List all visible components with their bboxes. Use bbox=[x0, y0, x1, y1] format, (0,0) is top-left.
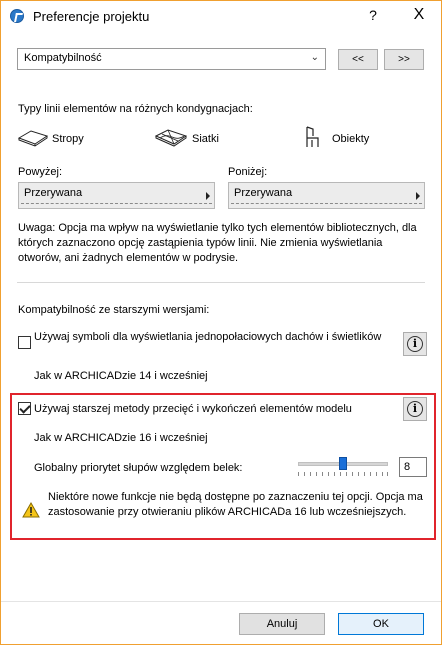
page-select-value: Kompatybilność bbox=[24, 52, 102, 64]
symbols-roofs-label: Używaj symboli dla wyświetlania jednopoł… bbox=[34, 331, 382, 343]
mesh-icon bbox=[154, 129, 188, 147]
warning-text: Niektóre nowe funkcje nie będą dostępne … bbox=[48, 491, 423, 518]
legacy-intersections-label: Używaj starszej metody przecięć i wykońc… bbox=[34, 403, 352, 415]
column-priority-label: Globalny priorytet słupów względem belek… bbox=[34, 462, 243, 474]
cancel-button[interactable]: Anuluj bbox=[239, 613, 325, 635]
option2-version-note: Jak w ARCHICADzie 16 i wcześniej bbox=[34, 432, 208, 444]
option1-version-note: Jak w ARCHICADzie 14 i wcześniej bbox=[34, 370, 208, 382]
section-divider bbox=[17, 282, 425, 283]
column-priority-input[interactable]: 8 bbox=[399, 457, 427, 477]
linetype-note: Uwaga: Opcja ma wpływ na wyświetlanie ty… bbox=[18, 222, 417, 264]
title-bar: Preferencje projektu ? X bbox=[1, 1, 441, 33]
below-linetype-value: Przerywana bbox=[234, 187, 293, 199]
category-label-objects: Obiekty bbox=[332, 133, 370, 145]
symbols-roofs-checkbox[interactable] bbox=[18, 336, 31, 349]
below-linetype-popup[interactable]: Przerywana bbox=[228, 182, 425, 209]
linetypes-heading: Typy linii elementów na różnych kondygna… bbox=[18, 103, 253, 115]
popup-arrow-icon bbox=[416, 192, 420, 200]
next-page-button[interactable]: >> bbox=[384, 49, 424, 70]
info-button-option2[interactable]: i bbox=[403, 397, 427, 421]
page-select-dropdown[interactable]: Kompatybilność ⌄ bbox=[17, 48, 326, 70]
window-title: Preferencje projektu bbox=[33, 9, 150, 24]
popup-arrow-icon bbox=[206, 192, 210, 200]
chevron-down-icon: ⌄ bbox=[310, 52, 319, 63]
slider-thumb[interactable] bbox=[339, 457, 347, 470]
category-label-meshes: Siatki bbox=[192, 133, 219, 145]
footer-divider bbox=[1, 601, 441, 602]
category-label-slabs: Stropy bbox=[52, 133, 84, 145]
slider-ticks bbox=[298, 472, 388, 476]
info-button-option1[interactable]: i bbox=[403, 332, 427, 356]
close-button[interactable]: X bbox=[409, 6, 429, 24]
slab-icon bbox=[17, 130, 49, 147]
info-icon: i bbox=[407, 336, 423, 352]
ok-button[interactable]: OK bbox=[338, 613, 424, 635]
dashed-line-preview bbox=[21, 203, 212, 204]
compat-heading: Kompatybilność ze starszymi wersjami: bbox=[18, 304, 210, 316]
info-icon: i bbox=[407, 401, 423, 417]
below-label: Poniżej: bbox=[228, 166, 268, 178]
dashed-line-preview bbox=[231, 203, 422, 204]
previous-page-button[interactable]: << bbox=[338, 49, 378, 70]
archicad-app-icon bbox=[10, 9, 24, 23]
warning-icon bbox=[22, 502, 40, 518]
above-linetype-popup[interactable]: Przerywana bbox=[18, 182, 215, 209]
dialog-window: Preferencje projektu ? X Kompatybilność … bbox=[0, 0, 442, 645]
chair-icon bbox=[306, 126, 319, 147]
above-label: Powyżej: bbox=[18, 166, 63, 178]
legacy-intersections-checkbox[interactable] bbox=[18, 402, 31, 415]
help-button[interactable]: ? bbox=[363, 7, 383, 23]
above-linetype-value: Przerywana bbox=[24, 187, 83, 199]
